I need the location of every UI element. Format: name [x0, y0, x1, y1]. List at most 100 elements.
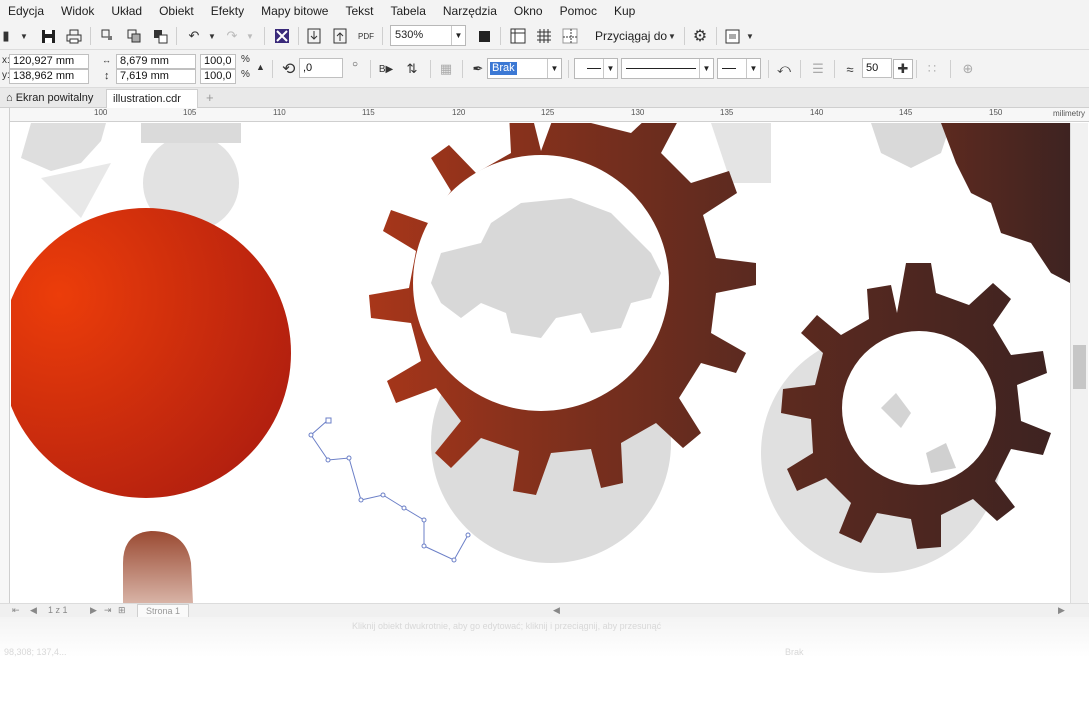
previous-page-icon[interactable]: ◀ — [30, 605, 37, 616]
pdf-export-icon[interactable]: PDF — [356, 26, 376, 46]
dark-brown-gear — [771, 263, 1070, 603]
menu-narzedzia[interactable]: Narzędzia — [443, 4, 497, 18]
chevron-down-icon[interactable]: ▼ — [451, 26, 465, 45]
redo-dropdown-icon[interactable]: ▼ — [240, 26, 260, 46]
smoothing-icon: ≈ — [846, 61, 854, 77]
toolbar-separator — [768, 60, 769, 78]
toolbar-separator — [382, 27, 383, 45]
end-arrowhead-select[interactable]: ▼ — [717, 58, 761, 79]
paste-icon[interactable] — [150, 26, 170, 46]
print-icon[interactable] — [64, 26, 84, 46]
ruler-tick-label: 120 — [452, 108, 466, 117]
line-style-select[interactable]: ▼ — [621, 58, 714, 79]
menu-efekty[interactable]: Efekty — [211, 4, 244, 18]
arrange-icon[interactable]: ▦ — [436, 59, 456, 79]
page-tab[interactable]: Strona 1 — [137, 604, 190, 618]
reduce-nodes-icon[interactable]: ∷ — [922, 59, 942, 79]
scroll-left-icon[interactable]: ◀ — [553, 605, 560, 616]
scale-y-field[interactable]: 100,0 — [200, 69, 236, 84]
scale-x-field[interactable]: 100,0 — [200, 54, 236, 69]
import-icon[interactable] — [304, 26, 324, 46]
smoothing-slider-button[interactable]: ✚ — [893, 59, 913, 79]
chevron-down-icon[interactable]: ▼ — [699, 59, 713, 78]
add-page-icon[interactable]: ⊞ — [118, 605, 126, 616]
scroll-right-icon[interactable]: ▶ — [1058, 605, 1065, 616]
smoothing-field[interactable]: 50 — [862, 58, 892, 78]
toolbar-separator — [500, 27, 501, 45]
last-page-icon[interactable]: ⇥ — [104, 605, 112, 616]
ruler-tick-label: 145 — [899, 108, 913, 117]
open-dropdown-icon[interactable]: ▼ — [14, 26, 34, 46]
menu-tabela[interactable]: Tabela — [391, 4, 426, 18]
save-icon[interactable] — [38, 26, 58, 46]
menu-uklad[interactable]: Układ — [111, 4, 142, 18]
add-tab-button[interactable]: + — [200, 89, 220, 108]
percent-label: % — [241, 54, 250, 65]
toolbar-separator — [800, 60, 801, 78]
undo-dropdown-icon[interactable]: ▼ — [202, 26, 222, 46]
vertical-ruler[interactable] — [0, 108, 10, 608]
launcher-dropdown-icon[interactable]: ▼ — [740, 26, 760, 46]
ruler-tick-label: 140 — [810, 108, 824, 117]
width-field[interactable]: 8,679 mm — [116, 54, 196, 69]
mirror-horizontal-icon[interactable]: B▶ — [376, 59, 396, 79]
gear-icon[interactable]: ⚙ — [690, 26, 710, 46]
status-hint-text: Kliknij obiekt dwukrotnie, aby go edytow… — [352, 621, 662, 631]
menu-obiekt[interactable]: Obiekt — [159, 4, 194, 18]
orange-circle — [11, 208, 291, 498]
horizontal-ruler[interactable]: 100 105 110 115 120 125 130 135 140 145 … — [10, 108, 1089, 122]
property-bar: x: 120,927 mm y: 138,962 mm ↔ 8,679 mm ↕… — [0, 50, 1089, 88]
close-curve-icon[interactable]: ☰ — [808, 59, 828, 79]
toolbar-separator — [568, 60, 569, 78]
zoom-level-select[interactable]: 530% ▼ — [390, 25, 466, 46]
document-tab-bar: ⌂ Ekran powitalny illustration.cdr + — [0, 88, 1089, 108]
show-rulers-icon[interactable] — [508, 26, 528, 46]
toolbar-separator — [834, 60, 835, 78]
x-position-field[interactable]: 120,927 mm — [9, 54, 89, 69]
y-position-field[interactable]: 138,962 mm — [9, 69, 89, 84]
height-field[interactable]: 7,619 mm — [116, 69, 196, 84]
tab-welcome-screen[interactable]: ⌂ Ekran powitalny — [0, 89, 99, 108]
undo-icon[interactable]: ↶ — [184, 26, 204, 46]
reverse-direction-icon[interactable]: ⤺ — [774, 59, 794, 79]
rotation-field[interactable]: ,0 — [299, 58, 343, 78]
full-screen-icon[interactable] — [474, 26, 494, 46]
add-icon[interactable]: ⊕ — [958, 59, 978, 79]
next-page-icon[interactable]: ▶ — [90, 605, 97, 616]
menu-tekst[interactable]: Tekst — [345, 4, 373, 18]
show-grid-icon[interactable] — [534, 26, 554, 46]
height-icon: ↕ — [104, 70, 110, 82]
outline-fill-select[interactable]: Brak ▼ — [487, 58, 562, 79]
drawing-canvas[interactable] — [11, 123, 1070, 603]
copy-icon[interactable] — [124, 26, 144, 46]
chevron-down-icon[interactable]: ▼ — [547, 59, 561, 78]
menu-okno[interactable]: Okno — [514, 4, 543, 18]
vertical-scroll-thumb[interactable] — [1073, 345, 1086, 389]
export-icon[interactable] — [330, 26, 350, 46]
copy-properties-icon[interactable] — [98, 26, 118, 46]
chevron-down-icon[interactable]: ▼ — [603, 59, 617, 78]
menu-edycja[interactable]: Edycja — [8, 4, 44, 18]
lock-ratio-icon[interactable]: ▲ — [256, 62, 265, 72]
show-guidelines-icon[interactable] — [560, 26, 580, 46]
ruler-tick-label: 150 — [989, 108, 1003, 117]
mirror-vertical-icon[interactable]: ⇅ — [402, 59, 422, 79]
snap-dropdown-icon[interactable]: ▼ — [662, 26, 682, 46]
snap-to-button[interactable]: Przyciągaj do — [595, 29, 667, 43]
page-navigator: ⇤ ◀ 1 z 1 ▶ ⇥ ⊞ Strona 1 ◀ ▶ — [0, 603, 1089, 618]
menu-pomoc[interactable]: Pomoc — [560, 4, 597, 18]
start-arrowhead-select[interactable]: ▼ — [574, 58, 618, 79]
application-launcher-icon[interactable] — [722, 26, 742, 46]
ruler-tick-label: 105 — [183, 108, 197, 117]
vertical-scrollbar[interactable] — [1070, 123, 1088, 603]
tab-illustration[interactable]: illustration.cdr — [106, 89, 198, 108]
first-page-icon[interactable]: ⇤ — [12, 605, 20, 616]
redo-icon[interactable]: ↷ — [222, 26, 242, 46]
menu-kup[interactable]: Kup — [614, 4, 635, 18]
menu-widok[interactable]: Widok — [61, 4, 94, 18]
cursor-coordinates: 98,308; 137,4... — [4, 647, 67, 657]
illustration-artwork — [11, 123, 1070, 603]
menu-mapy-bitowe[interactable]: Mapy bitowe — [261, 4, 328, 18]
search-content-icon[interactable] — [272, 26, 292, 46]
chevron-down-icon[interactable]: ▼ — [746, 59, 760, 78]
